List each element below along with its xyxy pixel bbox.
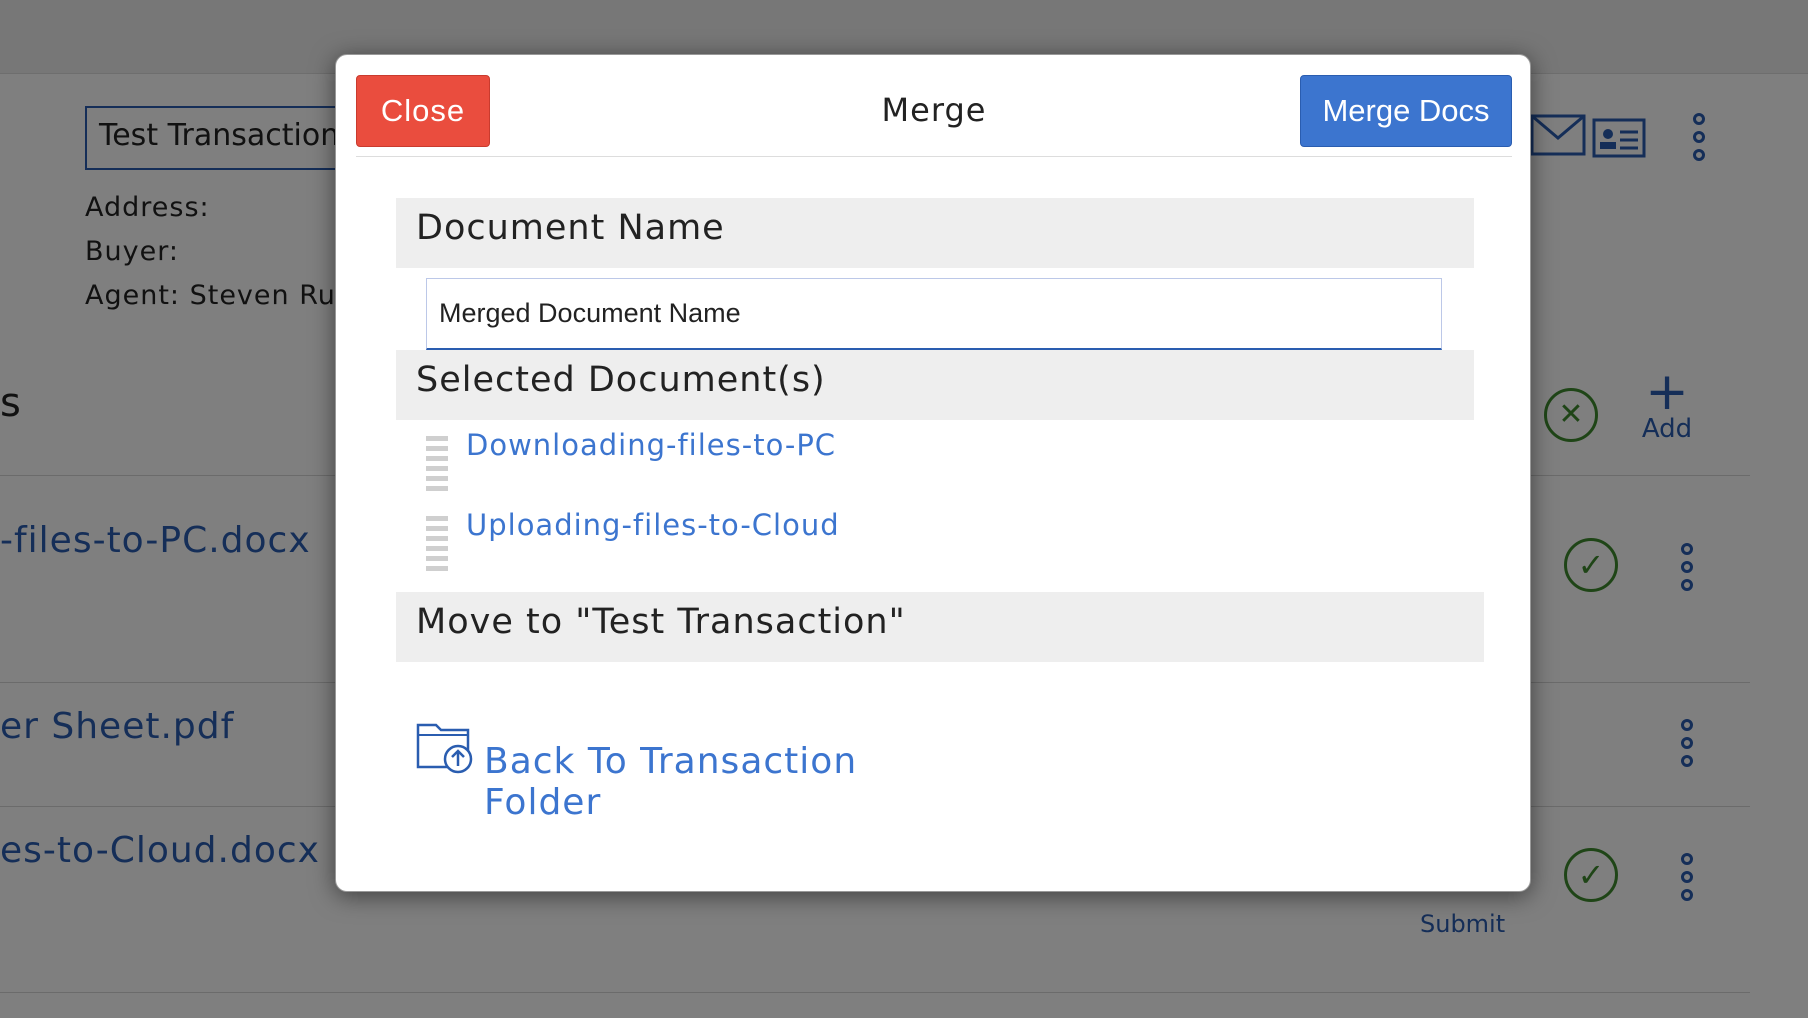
drag-handle-icon[interactable] bbox=[426, 516, 448, 572]
list-item[interactable]: Downloading-files-to-PC bbox=[426, 428, 1326, 492]
dialog-header: Merge Close Merge Docs bbox=[356, 75, 1512, 157]
back-to-folder-link[interactable]: Back To Transaction Folder bbox=[416, 719, 976, 823]
drag-handle-icon[interactable] bbox=[426, 436, 448, 492]
list-item[interactable]: Uploading-files-to-Cloud bbox=[426, 508, 1326, 572]
document-name-input[interactable] bbox=[426, 278, 1442, 350]
close-button[interactable]: Close bbox=[356, 75, 490, 147]
selected-document-link[interactable]: Uploading-files-to-Cloud bbox=[466, 508, 840, 542]
merge-dialog: Merge Close Merge Docs Document Name Sel… bbox=[335, 54, 1531, 892]
merge-docs-button[interactable]: Merge Docs bbox=[1300, 75, 1512, 147]
folder-upload-icon bbox=[416, 723, 473, 774]
selected-documents-heading: Selected Document(s) bbox=[396, 350, 1474, 420]
document-name-heading: Document Name bbox=[396, 198, 1474, 268]
selected-document-link[interactable]: Downloading-files-to-PC bbox=[466, 428, 836, 462]
back-to-folder-label: Back To Transaction Folder bbox=[484, 741, 858, 823]
move-to-heading: Move to "Test Transaction" bbox=[396, 592, 1484, 662]
